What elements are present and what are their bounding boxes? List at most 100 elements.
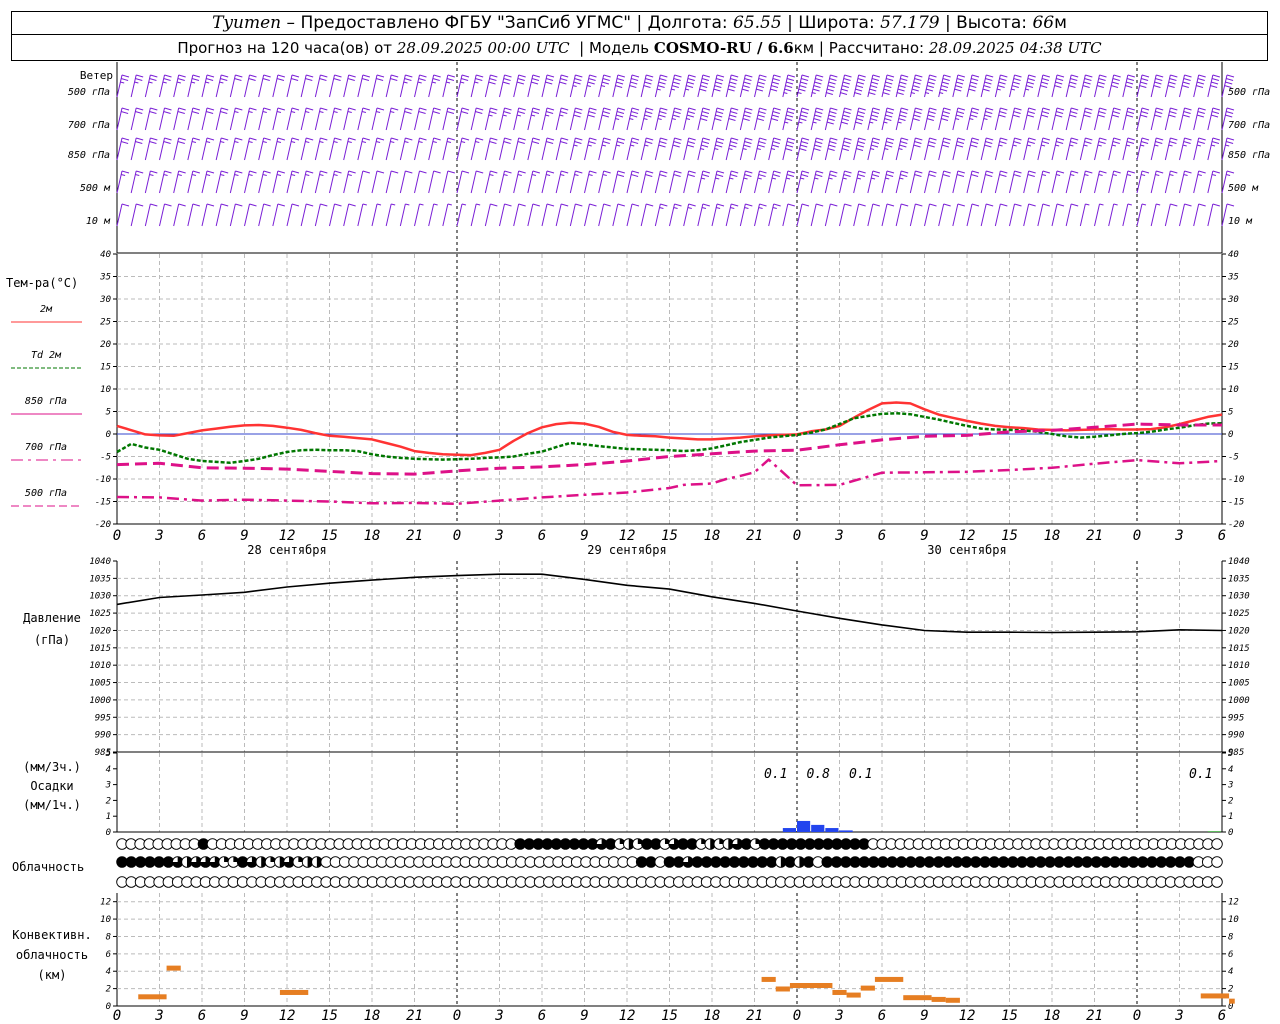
barb-half-feather xyxy=(1099,203,1104,206)
barb-feather xyxy=(801,107,810,111)
wind-level-label-left: 10 м xyxy=(86,216,111,227)
barb-feather xyxy=(886,137,895,141)
barb-feather xyxy=(660,137,668,141)
barb-feather xyxy=(970,111,979,114)
barb-feather xyxy=(1056,74,1065,78)
precip-tick-label-right: 3 xyxy=(1227,781,1233,791)
wind-barb xyxy=(541,74,555,98)
barb-feather xyxy=(843,78,851,81)
precip-tick-label-right: 2 xyxy=(1228,796,1233,806)
temp-x-hour-label: 3 xyxy=(834,528,843,544)
wind-barb xyxy=(980,74,994,98)
barb-feather xyxy=(701,78,710,81)
wind-barb xyxy=(584,170,597,194)
barb-feather xyxy=(659,174,667,177)
wind-barb xyxy=(980,107,994,131)
barb-feather xyxy=(844,203,852,207)
barb-feather xyxy=(1197,141,1205,144)
barb-half-feather xyxy=(531,174,537,176)
barb-feather xyxy=(927,81,935,85)
barb-feather xyxy=(868,92,876,95)
barb-feather xyxy=(955,81,964,85)
barb-feather xyxy=(840,88,849,92)
wind-barb xyxy=(499,107,512,131)
wind-barb xyxy=(966,170,980,194)
barb-feather xyxy=(1111,81,1120,85)
conv-x-hour-label: 15 xyxy=(1001,1008,1018,1024)
conv-tick-label-left: 0 xyxy=(106,1002,111,1012)
barb-feather xyxy=(1013,78,1021,81)
barb-feather xyxy=(715,144,723,148)
barb-feather xyxy=(249,74,257,78)
precip-unit-3h: (мм/3ч.) xyxy=(23,760,81,774)
barb-feather xyxy=(885,114,893,118)
wind-barb xyxy=(1164,203,1178,227)
barb-feather xyxy=(545,111,554,114)
wind-barb xyxy=(201,107,215,131)
wind-barb xyxy=(569,74,583,98)
barb-feather xyxy=(1070,111,1078,114)
wind-barb xyxy=(456,203,467,227)
barb-half-feather xyxy=(729,177,734,180)
barb-feather xyxy=(900,141,908,144)
barb-feather xyxy=(858,74,866,78)
barb-feather xyxy=(334,137,342,141)
wind-barb xyxy=(343,74,356,98)
wind-barb xyxy=(810,74,824,98)
wind-barb xyxy=(456,170,470,194)
barb-feather xyxy=(1014,107,1022,111)
wind-barb xyxy=(952,107,965,131)
wind-barb xyxy=(711,203,725,227)
barb-feather xyxy=(998,114,1006,118)
barb-feather xyxy=(589,137,597,141)
barb-half-feather xyxy=(1210,144,1216,147)
wind-barb xyxy=(1136,74,1150,98)
barb-feather xyxy=(702,107,710,111)
barb-feather xyxy=(872,170,880,174)
barb-feather xyxy=(1139,85,1147,88)
wind-barb xyxy=(499,203,512,227)
barb-half-feather xyxy=(347,111,352,113)
wind-barb xyxy=(1094,170,1107,194)
barb-feather xyxy=(390,78,398,81)
barb-feather xyxy=(886,107,895,111)
barb-feather xyxy=(121,137,130,141)
barb-feather xyxy=(912,118,920,121)
barb-feather xyxy=(929,137,937,141)
conv-x-hour-label: 12 xyxy=(619,1008,636,1024)
barb-feather xyxy=(1026,114,1035,118)
temp-tick-label-left: 20 xyxy=(100,340,111,350)
barb-shaft xyxy=(1193,203,1200,227)
barb-feather xyxy=(957,137,965,141)
wind-barb xyxy=(612,107,625,131)
barb-feather xyxy=(869,118,878,121)
barb-shaft xyxy=(824,203,831,227)
barb-feather xyxy=(999,78,1007,81)
barb-half-feather xyxy=(1225,144,1230,147)
wind-barb xyxy=(669,137,682,161)
barb-feather xyxy=(830,137,838,141)
barb-feather xyxy=(858,137,866,141)
barb-feather xyxy=(164,74,172,78)
barb-shaft xyxy=(1079,203,1086,227)
barb-feather xyxy=(855,85,864,88)
wind-barb xyxy=(768,203,781,227)
barb-feather xyxy=(884,118,892,121)
barb-feather xyxy=(957,74,965,78)
wind-barb xyxy=(782,107,795,131)
wind-barb xyxy=(513,137,526,161)
wind-barb xyxy=(484,74,498,98)
barb-feather xyxy=(913,114,921,118)
pressure-tick-label-left: 1010 xyxy=(89,661,111,671)
barb-feather xyxy=(700,114,709,118)
wind-barb xyxy=(839,203,852,227)
barb-feather xyxy=(801,203,810,207)
temp-x-hour-label: 6 xyxy=(1218,528,1226,544)
barb-feather xyxy=(262,78,270,81)
barb-feather xyxy=(745,170,753,174)
barb-feather xyxy=(943,74,951,78)
barb-feather xyxy=(121,203,130,207)
barb-half-feather xyxy=(559,114,564,117)
barb-half-feather xyxy=(587,144,592,147)
wind-barb xyxy=(329,74,342,98)
